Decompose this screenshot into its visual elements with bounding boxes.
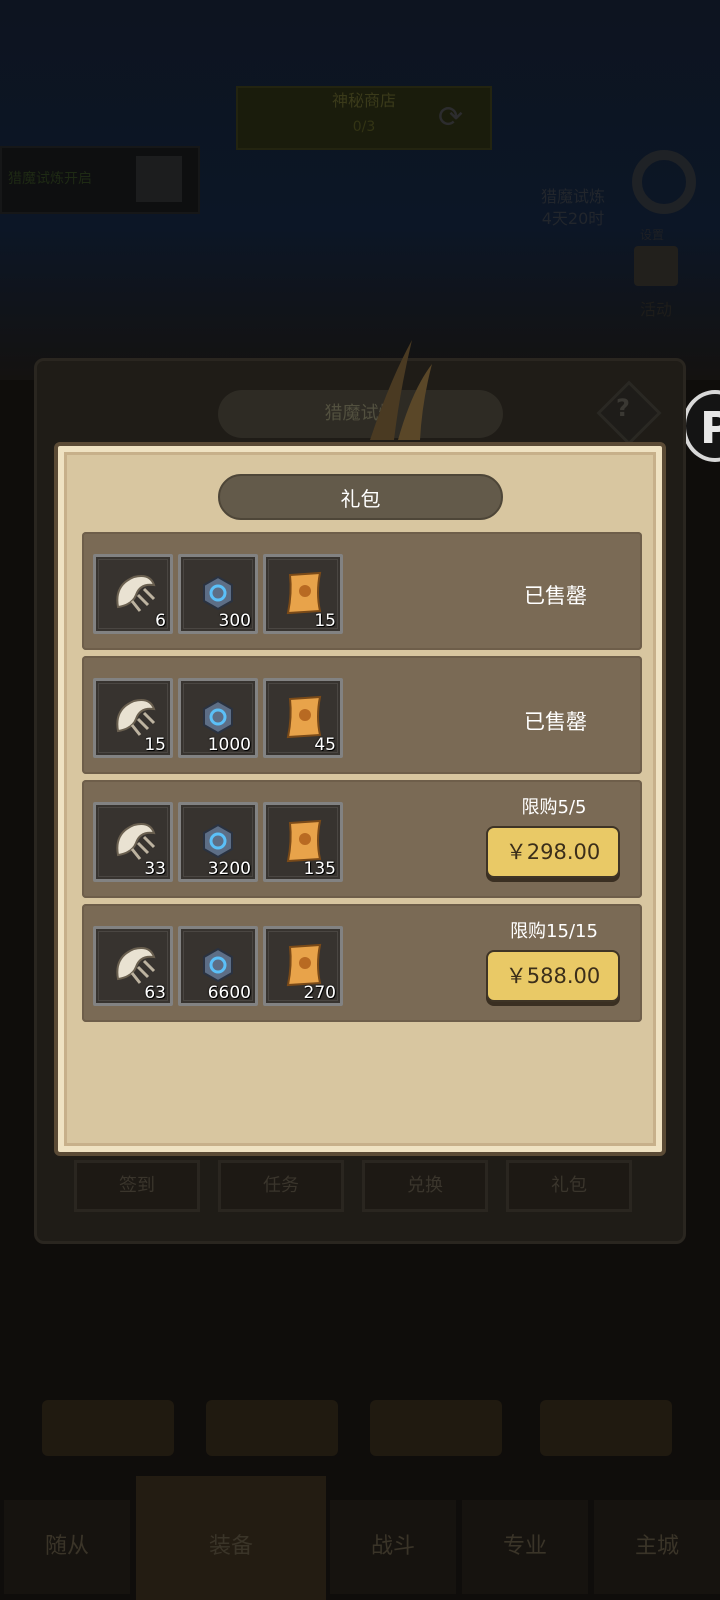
event-label: 猎魔试炼 xyxy=(540,187,605,206)
reward-quantity: 45 xyxy=(314,735,336,755)
nav-equipment[interactable]: 装备 xyxy=(168,1500,294,1594)
claw-icon xyxy=(116,699,156,736)
reward-slot[interactable]: 15 xyxy=(93,678,173,758)
reward-quantity: 6 xyxy=(155,611,166,631)
reward-slot[interactable]: 6 xyxy=(93,554,173,634)
nav-main-city[interactable]: 主城 xyxy=(594,1500,720,1594)
reward-slot[interactable]: 63 xyxy=(93,926,173,1006)
reward-slot[interactable]: 15 xyxy=(263,554,343,634)
activity-label: 活动 xyxy=(640,300,673,319)
chest-button[interactable] xyxy=(206,1400,338,1456)
nav-followers[interactable]: 随从 xyxy=(4,1500,130,1594)
reward-quantity: 6600 xyxy=(207,983,251,1003)
reward-quantity: 270 xyxy=(303,983,336,1003)
gear-label: 设置 xyxy=(640,228,665,242)
reward-quantity: 1000 xyxy=(207,735,251,755)
scroll-icon xyxy=(286,943,322,987)
gift-panel-title: 礼包 xyxy=(218,474,503,520)
equip-enhance-button[interactable] xyxy=(370,1400,502,1456)
scroll-icon xyxy=(286,695,322,739)
rune-stone-icon xyxy=(203,947,233,983)
claw-icon xyxy=(116,823,156,860)
claw-decoration-icon xyxy=(370,340,432,440)
left-event-banner: 猎魔试炼开启 xyxy=(0,146,200,214)
sold-out-label: 已售罄 xyxy=(524,710,587,734)
buy-price-button[interactable]: ￥298.00 xyxy=(486,826,620,878)
reward-quantity: 15 xyxy=(314,611,336,631)
reward-quantity: 300 xyxy=(218,611,251,631)
gear-icon xyxy=(632,150,696,214)
reward-quantity: 135 xyxy=(303,859,336,879)
refresh-icon: ⟳ xyxy=(438,100,464,135)
scroll-icon xyxy=(286,571,322,615)
buy-price-button[interactable]: ￥588.00 xyxy=(486,950,620,1002)
left-event-icon xyxy=(136,156,182,202)
reward-slot[interactable]: 6600 xyxy=(178,926,258,1006)
reward-slot[interactable]: 135 xyxy=(263,802,343,882)
help-question-mark: ? xyxy=(616,394,630,422)
tab-tasks[interactable]: 任务 xyxy=(218,1160,344,1212)
reward-slot[interactable]: 45 xyxy=(263,678,343,758)
scroll-icon xyxy=(286,819,322,863)
purchase-limit-label: 限购15/15 xyxy=(510,921,598,942)
activity-icon xyxy=(634,246,678,286)
reward-slot[interactable]: 3200 xyxy=(178,802,258,882)
event-timer: 4天20时 xyxy=(541,209,605,228)
tab-gifts[interactable]: 礼包 xyxy=(506,1160,632,1212)
reward-slot[interactable]: 1000 xyxy=(178,678,258,758)
sold-out-label: 已售罄 xyxy=(524,584,587,608)
rune-stone-icon xyxy=(203,699,233,735)
reward-quantity: 3200 xyxy=(207,859,251,879)
rune-stone-icon xyxy=(203,823,233,859)
nav-profession[interactable]: 专业 xyxy=(462,1500,588,1594)
tab-checkin[interactable]: 签到 xyxy=(74,1160,200,1212)
left-event-text: 猎魔试炼开启 xyxy=(8,171,92,187)
components-button[interactable] xyxy=(42,1400,174,1456)
reward-slot[interactable]: 300 xyxy=(178,554,258,634)
reward-quantity: 33 xyxy=(144,859,166,879)
shop-button[interactable] xyxy=(540,1400,672,1456)
reward-quantity: 63 xyxy=(144,983,166,1003)
claw-icon xyxy=(116,575,156,612)
reward-slot[interactable]: 33 xyxy=(93,802,173,882)
tab-exchange[interactable]: 兑换 xyxy=(362,1160,488,1212)
reward-quantity: 15 xyxy=(144,735,166,755)
event-timer-block: 猎魔试炼 4天20时 xyxy=(528,186,618,230)
nav-battle[interactable]: 战斗 xyxy=(330,1500,456,1594)
rune-stone-icon xyxy=(203,575,233,611)
reward-slot[interactable]: 270 xyxy=(263,926,343,1006)
purchase-limit-label: 限购5/5 xyxy=(521,797,587,818)
claw-icon xyxy=(116,947,156,984)
